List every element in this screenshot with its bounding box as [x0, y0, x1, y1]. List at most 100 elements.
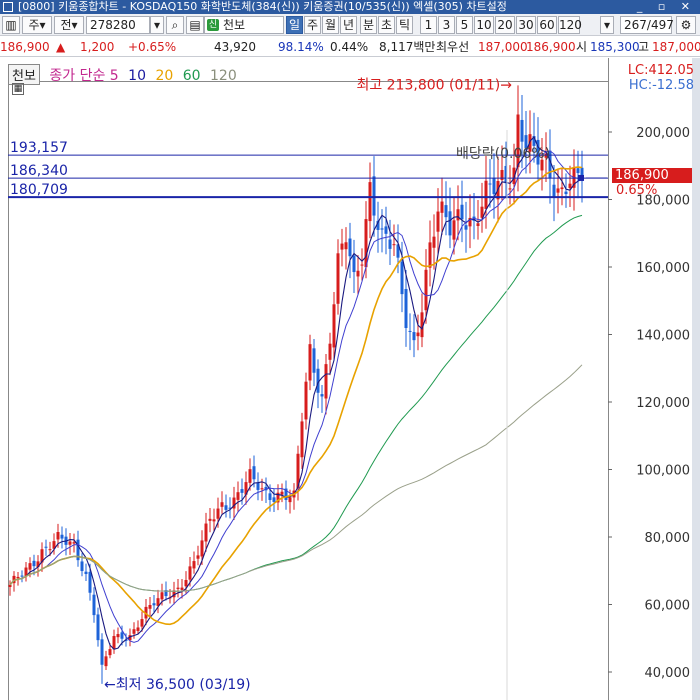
candle-body [416, 332, 420, 337]
candle-body [108, 649, 112, 656]
legend-ma-label: 종가 단순 5 [49, 68, 119, 84]
candle-body [100, 639, 104, 665]
candle-body [20, 575, 24, 577]
legend-stock-name[interactable]: 천보 [8, 64, 40, 85]
grid-toggle-icon[interactable]: ▦ [12, 83, 24, 95]
candle-body [460, 204, 464, 220]
candle-body [80, 561, 84, 572]
candle-body [400, 261, 404, 295]
candle-body [252, 466, 256, 480]
legend-ma120: 120 [210, 68, 237, 84]
candle-body [388, 239, 392, 249]
ma20-line [9, 166, 583, 626]
current-change-pct: 0.65% [616, 183, 658, 198]
candle-body [204, 523, 208, 542]
y-tick-label: 60,000 [645, 599, 691, 614]
candle-body [384, 226, 388, 234]
y-tick-label: 160,000 [636, 261, 690, 276]
y-tick-label: 80,000 [645, 531, 691, 546]
candle-body [424, 269, 428, 311]
candle-body [60, 534, 64, 539]
candle-body [188, 566, 192, 580]
candle-body [404, 288, 408, 328]
candle-body [180, 587, 184, 590]
candle-body [152, 603, 156, 606]
candle-body [332, 304, 336, 348]
candle-body [560, 187, 564, 190]
candle-body [392, 244, 396, 246]
current-price-tag: 186,900 [612, 168, 692, 183]
low-annotation: ←최저 36,500 (03/19) [104, 677, 251, 693]
candle-body [320, 394, 324, 397]
candle-body [120, 632, 124, 639]
candle-body [160, 592, 164, 600]
candle-body [448, 211, 452, 236]
candle-body [212, 519, 216, 522]
candle-body [140, 619, 144, 627]
candle-body [488, 183, 492, 185]
y-tick-label: 200,000 [636, 126, 690, 141]
candle-body [428, 242, 432, 268]
current-price-marker [578, 174, 584, 181]
candle-body [176, 587, 180, 589]
candle-body [16, 576, 20, 579]
candle-body [356, 270, 360, 277]
candle-body [340, 243, 344, 250]
candle-body [364, 219, 368, 268]
candle-body [32, 560, 36, 567]
candle-body [552, 184, 556, 198]
candle-body [308, 344, 312, 381]
ma60-line [9, 214, 583, 592]
candle-body [464, 225, 468, 230]
candle-body [184, 580, 188, 587]
candle-body [508, 188, 512, 190]
candle-body [360, 264, 364, 266]
candle-body [92, 594, 96, 616]
candle-body [380, 228, 384, 230]
hline-label: 180,709 [10, 182, 68, 198]
candle-body [256, 482, 260, 490]
candle-body [208, 518, 212, 521]
y-tick-label: 140,000 [636, 329, 690, 344]
candle-body [104, 656, 108, 667]
candle-body [272, 497, 276, 502]
candle-body [304, 381, 308, 420]
ma5-line [9, 135, 583, 650]
candle-body [68, 541, 72, 545]
candle-body [116, 634, 120, 638]
candle-body [576, 168, 580, 174]
candle-body [280, 491, 284, 495]
candle-body [96, 614, 100, 641]
candle-body [452, 220, 456, 240]
candle-body [44, 546, 48, 548]
candle-body [260, 488, 264, 490]
candle-body [236, 492, 240, 500]
candle-body [220, 502, 224, 507]
candle-body [344, 242, 348, 250]
candle-body [28, 563, 32, 570]
candle-body [440, 201, 444, 213]
candle-body [48, 549, 52, 551]
candle-body [444, 205, 448, 218]
candle-body [240, 489, 244, 493]
candle-body [348, 238, 352, 257]
candle-body [136, 627, 140, 631]
hc-value: HC:-12.58 [628, 78, 694, 93]
legend-ma10: 10 [128, 68, 146, 84]
candle-body [288, 497, 292, 503]
y-tick-label: 100,000 [636, 464, 690, 479]
legend-ma20: 20 [155, 68, 174, 84]
price-chart[interactable]: 40,000 60,000 80,000 100,000 120,000 140,000 1… [0, 0, 700, 700]
legend-ma60: 60 [182, 68, 201, 84]
candle-body [328, 343, 332, 360]
candle-body [492, 177, 496, 195]
hline-label: 186,340 [10, 163, 68, 179]
candle-body [456, 209, 460, 221]
high-annotation: 최고 213,800 (01/11)→ [356, 77, 512, 93]
candle-body [148, 605, 152, 609]
lc-value: LC:412.05 [627, 63, 694, 78]
candle-body [568, 183, 572, 188]
candle-body [408, 330, 412, 332]
candle-body [132, 629, 136, 634]
candle-body [192, 561, 196, 569]
